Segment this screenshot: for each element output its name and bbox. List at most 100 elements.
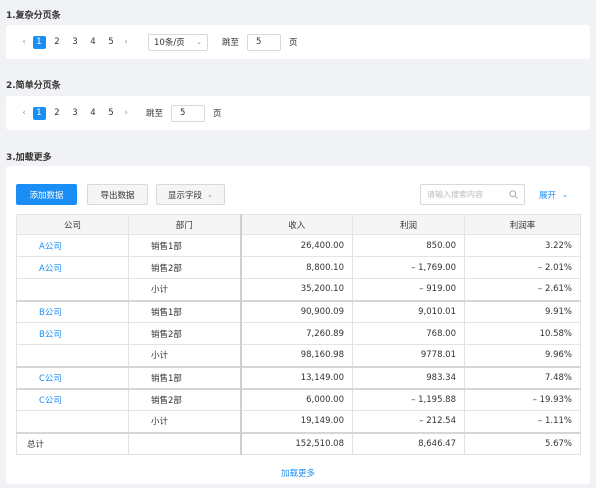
profit-cell: 983.34 (352, 365, 465, 389)
company-cell[interactable]: C公司 (16, 387, 129, 411)
company-cell (16, 278, 129, 301)
profit-rate-cell: 10.58% (464, 322, 581, 345)
jump-suffix: 页 (213, 109, 222, 119)
load-more-link[interactable]: 加载更多 (6, 467, 590, 479)
company-cell[interactable]: A公司 (16, 234, 129, 257)
column-header-profit-rate: 利润率 (464, 214, 581, 235)
income-cell: 152,510.08 (239, 431, 353, 455)
income-cell: 6,000.00 (239, 387, 353, 411)
company-link[interactable]: C公司 (25, 374, 62, 384)
page-1[interactable]: 1 (32, 106, 46, 120)
export-data-button[interactable]: 导出数据 (87, 184, 148, 205)
profit-rate-cell: 3.22% (464, 234, 581, 257)
page-size-select[interactable]: 10条/页 ⌄ (148, 33, 208, 51)
company-link[interactable]: A公司 (25, 242, 62, 252)
page-5[interactable]: 5 (105, 36, 118, 49)
company-link[interactable]: B公司 (25, 308, 62, 318)
jump-suffix: 页 (289, 38, 298, 48)
table-row: A公司 销售2部 8,800.10 – 1,769.00 – 2.01% (16, 256, 581, 279)
subtotal-row: 小计 98,160.98 9778.01 9.96% (16, 344, 581, 367)
profit-cell: – 919.00 (352, 278, 465, 301)
income-cell: 13,149.00 (239, 365, 353, 389)
profit-rate-cell: – 2.01% (464, 256, 581, 279)
chevron-down-icon: ⌄ (562, 190, 568, 199)
page-4[interactable]: 4 (87, 36, 100, 49)
page-1[interactable]: 1 (32, 35, 46, 49)
subtotal-row: 小计 19,149.00 – 212.54 – 1.11% (16, 410, 581, 433)
table-toolbar: 添加数据 导出数据 显示字段 ⌄ 请输入搜索内容 展开 ⌄ (16, 184, 580, 206)
expand-link[interactable]: 展开 ⌄ (539, 184, 568, 205)
section-title-complex-pager: 1.复杂分页条 (6, 11, 61, 21)
department-cell: 小计 (128, 410, 241, 433)
search-placeholder: 请输入搜索内容 (427, 190, 483, 199)
column-header-department: 部门 (128, 214, 241, 235)
load-more-card: 添加数据 导出数据 显示字段 ⌄ 请输入搜索内容 展开 ⌄ 公司 部门 收入 利… (6, 166, 590, 484)
total-label-cell: 总计 (16, 431, 129, 455)
income-cell: 26,400.00 (239, 234, 353, 257)
profit-cell: – 212.54 (352, 410, 465, 433)
profit-cell: – 1,195.88 (352, 387, 465, 411)
jump-label: 跳至 (222, 38, 240, 48)
complex-pager-card: ‹ 1 2 3 4 5 › 10条/页 ⌄ 跳至 5 页 (6, 25, 590, 59)
profit-rate-cell: – 19.93% (464, 387, 581, 411)
profit-rate-cell: – 1.11% (464, 410, 581, 433)
department-cell: 销售2部 (128, 322, 241, 345)
department-cell: 小计 (128, 278, 241, 301)
column-header-company: 公司 (16, 214, 129, 235)
company-cell (16, 410, 129, 433)
profit-cell: 9778.01 (352, 344, 465, 367)
jump-page-input[interactable]: 5 (171, 104, 206, 122)
table-row: C公司 销售2部 6,000.00 – 1,195.88 – 19.93% (16, 387, 581, 411)
simple-pager: ‹ 1 2 3 4 5 › 跳至 5 页 (6, 96, 590, 130)
total-row: 总计 152,510.08 8,646.47 5.67% (16, 431, 581, 455)
income-cell: 7,260.89 (239, 322, 353, 345)
next-page-icon[interactable]: › (120, 37, 132, 47)
display-fields-button[interactable]: 显示字段 ⌄ (156, 184, 225, 205)
column-header-income: 收入 (239, 214, 353, 235)
profit-cell: – 1,769.00 (352, 256, 465, 279)
page-3[interactable]: 3 (69, 36, 82, 49)
next-page-icon[interactable]: › (120, 108, 132, 118)
income-cell: 35,200.10 (239, 278, 353, 301)
table-row: A公司 销售1部 26,400.00 850.00 3.22% (16, 234, 581, 257)
profit-rate-cell: – 2.61% (464, 278, 581, 301)
page-5[interactable]: 5 (105, 107, 118, 120)
page-2[interactable]: 2 (51, 107, 64, 120)
jump-page-input[interactable]: 5 (247, 33, 282, 51)
profit-rate-cell: 9.91% (464, 299, 581, 323)
department-cell: 销售2部 (128, 256, 241, 279)
page-size-value: 10条/页 (154, 38, 185, 48)
profit-rate-cell: 9.96% (464, 344, 581, 367)
company-cell[interactable]: C公司 (16, 365, 129, 389)
prev-page-icon[interactable]: ‹ (18, 108, 30, 118)
complex-pager: ‹ 1 2 3 4 5 › 10条/页 ⌄ 跳至 5 页 (6, 25, 590, 59)
profit-cell: 8,646.47 (352, 431, 465, 455)
company-cell (16, 344, 129, 367)
department-cell: 销售2部 (128, 387, 241, 411)
expand-label: 展开 (539, 190, 557, 201)
company-link[interactable]: A公司 (25, 264, 62, 274)
table-row: B公司 销售2部 7,260.89 768.00 10.58% (16, 322, 581, 345)
table-row: C公司 销售1部 13,149.00 983.34 7.48% (16, 365, 581, 389)
company-cell[interactable]: B公司 (16, 299, 129, 323)
add-data-button[interactable]: 添加数据 (16, 184, 77, 205)
simple-pager-card: ‹ 1 2 3 4 5 › 跳至 5 页 (6, 96, 590, 130)
company-link[interactable]: B公司 (25, 330, 62, 340)
company-link[interactable]: C公司 (25, 396, 62, 406)
department-cell: 销售1部 (128, 234, 241, 257)
page-4[interactable]: 4 (87, 107, 100, 120)
table-row: B公司 销售1部 90,900.09 9,010.01 9.91% (16, 299, 581, 323)
company-cell[interactable]: B公司 (16, 322, 129, 345)
section-title-load-more: 3.加载更多 (6, 153, 52, 163)
prev-page-icon[interactable]: ‹ (18, 37, 30, 47)
page-3[interactable]: 3 (69, 107, 82, 120)
department-cell: 销售1部 (128, 365, 241, 389)
profit-cell: 9,010.01 (352, 299, 465, 323)
company-cell[interactable]: A公司 (16, 256, 129, 279)
profit-rate-cell: 5.67% (464, 431, 581, 455)
table-header-row: 公司 部门 收入 利润 利润率 (16, 214, 581, 235)
search-input[interactable]: 请输入搜索内容 (420, 184, 525, 205)
page-2[interactable]: 2 (51, 36, 64, 49)
search-icon (509, 190, 518, 199)
jump-label: 跳至 (146, 109, 164, 119)
